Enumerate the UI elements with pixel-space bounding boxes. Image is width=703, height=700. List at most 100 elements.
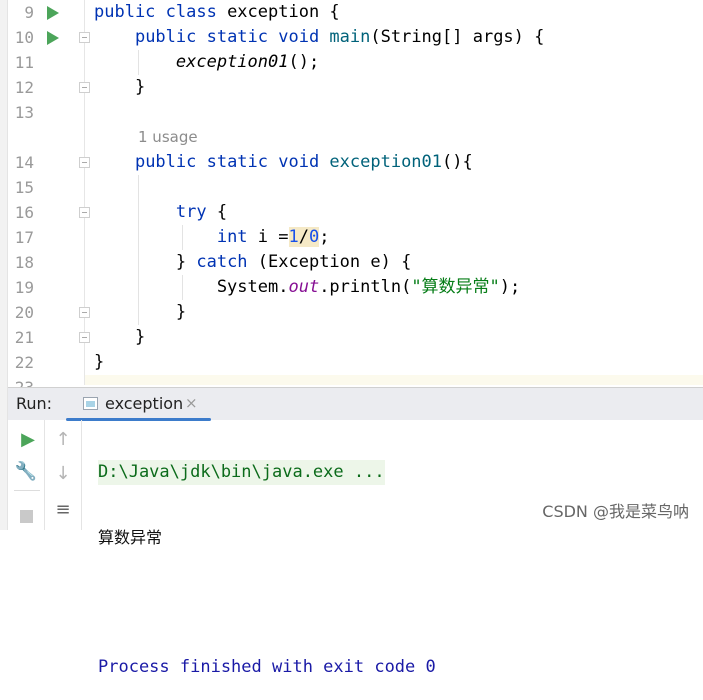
code-token: exception { [227, 2, 340, 22]
code-line: 22} [0, 350, 703, 375]
run-gutter-icon[interactable] [47, 31, 59, 45]
code-line: 17 int i =1/0; [0, 225, 703, 250]
code-token: } [94, 302, 187, 322]
fold-icon[interactable] [79, 332, 90, 343]
code-token: } [94, 327, 146, 347]
code-text: try { [94, 200, 227, 225]
code-token: .println( [319, 277, 412, 297]
console-command-line: D:\Java\jdk\bin\java.exe ... [98, 460, 385, 485]
code-editor[interactable]: 9 public class exception {10 public stati… [0, 0, 703, 397]
code-token: } [94, 77, 146, 97]
fold-icon[interactable] [79, 307, 90, 318]
arrow-down-icon[interactable]: ↓ [51, 464, 75, 484]
run-toolbar-secondary: ↑ ↓ ≡ [45, 420, 82, 530]
code-token: public static void [134, 152, 330, 172]
code-line: 16 try { [0, 200, 703, 225]
indent-guide [182, 275, 183, 300]
left-tool-strip [0, 0, 8, 530]
line-number: 16 [14, 203, 34, 222]
wrench-icon[interactable]: 🔧 [14, 462, 38, 482]
code-line: 11 exception01(); [0, 50, 703, 75]
line-number: 20 [14, 303, 34, 322]
code-token: (); [288, 52, 320, 72]
run-label: Run: [16, 394, 53, 413]
code-text: public class exception { [94, 0, 340, 25]
code-text: } [94, 350, 104, 375]
code-token: (String[] args) { [370, 27, 545, 47]
code-token: { [216, 202, 228, 222]
code-token: 0 [309, 227, 320, 247]
code-token: ); [499, 277, 521, 297]
code-token: (Exception e) { [257, 252, 412, 272]
fold-icon[interactable] [79, 82, 90, 93]
code-line: 18 } catch (Exception e) { [0, 250, 703, 275]
line-number: 18 [14, 253, 34, 272]
code-token: System. [94, 277, 289, 297]
soft-wrap-icon[interactable]: ≡ [51, 500, 75, 520]
rerun-icon[interactable]: ▶ [16, 430, 40, 450]
run-tab-exception[interactable]: exception × [63, 388, 211, 421]
line-number: 19 [14, 278, 34, 297]
code-text: System.out.println("算数异常"); [94, 275, 520, 300]
arrow-up-icon[interactable]: ↑ [51, 430, 75, 450]
line-number: 17 [14, 228, 34, 247]
code-text: public static void exception01(){ [94, 150, 473, 175]
code-text: } [94, 325, 145, 350]
code-line: 21 } [0, 325, 703, 350]
code-token: / [298, 227, 309, 247]
code-token: "算数异常" [411, 277, 500, 297]
line-number: 21 [14, 328, 34, 347]
code-text: } [94, 75, 145, 100]
line-number: 12 [14, 78, 34, 97]
fold-icon[interactable] [79, 32, 90, 43]
code-line: 20 } [0, 300, 703, 325]
close-icon[interactable]: × [185, 394, 198, 412]
run-toolbar-primary: ▶ 🔧 [8, 420, 45, 530]
code-token: main [329, 27, 371, 47]
indent-guide [138, 175, 139, 325]
run-tool-window-header: Run: exception × [8, 387, 703, 421]
code-line: 13 [0, 100, 703, 125]
code-token: (){ [442, 152, 473, 172]
indent-guide [182, 225, 183, 250]
code-line: 10 public static void main(String[] args… [0, 25, 703, 50]
code-text: exception01(); [94, 50, 319, 75]
fold-icon[interactable] [79, 207, 90, 218]
code-line: 19 System.out.println("算数异常"); [0, 275, 703, 300]
code-text: public static void main(String[] args) { [94, 25, 544, 50]
line-number: 10 [14, 28, 34, 47]
line-number: 14 [14, 153, 34, 172]
console-stdout: 算数异常 [98, 528, 163, 547]
line-number: 11 [14, 53, 34, 72]
code-token: try [175, 202, 217, 222]
line-number: 13 [14, 103, 34, 122]
line-number: 9 [24, 3, 34, 22]
console-output[interactable]: D:\Java\jdk\bin\java.exe ... 算数异常 Proces… [98, 420, 436, 700]
run-gutter-icon[interactable] [47, 6, 59, 20]
code-token: out [288, 277, 320, 297]
code-token: int [216, 227, 258, 247]
code-text: 1 usage [94, 125, 198, 150]
code-text: } [94, 300, 186, 325]
code-token: 1 [288, 227, 299, 247]
indent-guide [138, 50, 139, 75]
line-number: 22 [14, 353, 34, 372]
code-token: ; [319, 227, 330, 247]
tab-title: exception [105, 394, 184, 413]
fold-icon[interactable] [79, 157, 90, 168]
code-token: exception01 [329, 152, 443, 172]
code-token: i = [257, 227, 289, 247]
code-line: 15 [0, 175, 703, 200]
console-window-icon [83, 397, 98, 410]
code-line: 1 usage [0, 125, 703, 150]
line-number: 15 [14, 178, 34, 197]
console-exit-message: Process finished with exit code 0 [98, 657, 436, 677]
code-token: } [94, 352, 105, 372]
usage-hint[interactable]: 1 usage [138, 128, 198, 146]
stop-icon[interactable] [20, 510, 33, 523]
